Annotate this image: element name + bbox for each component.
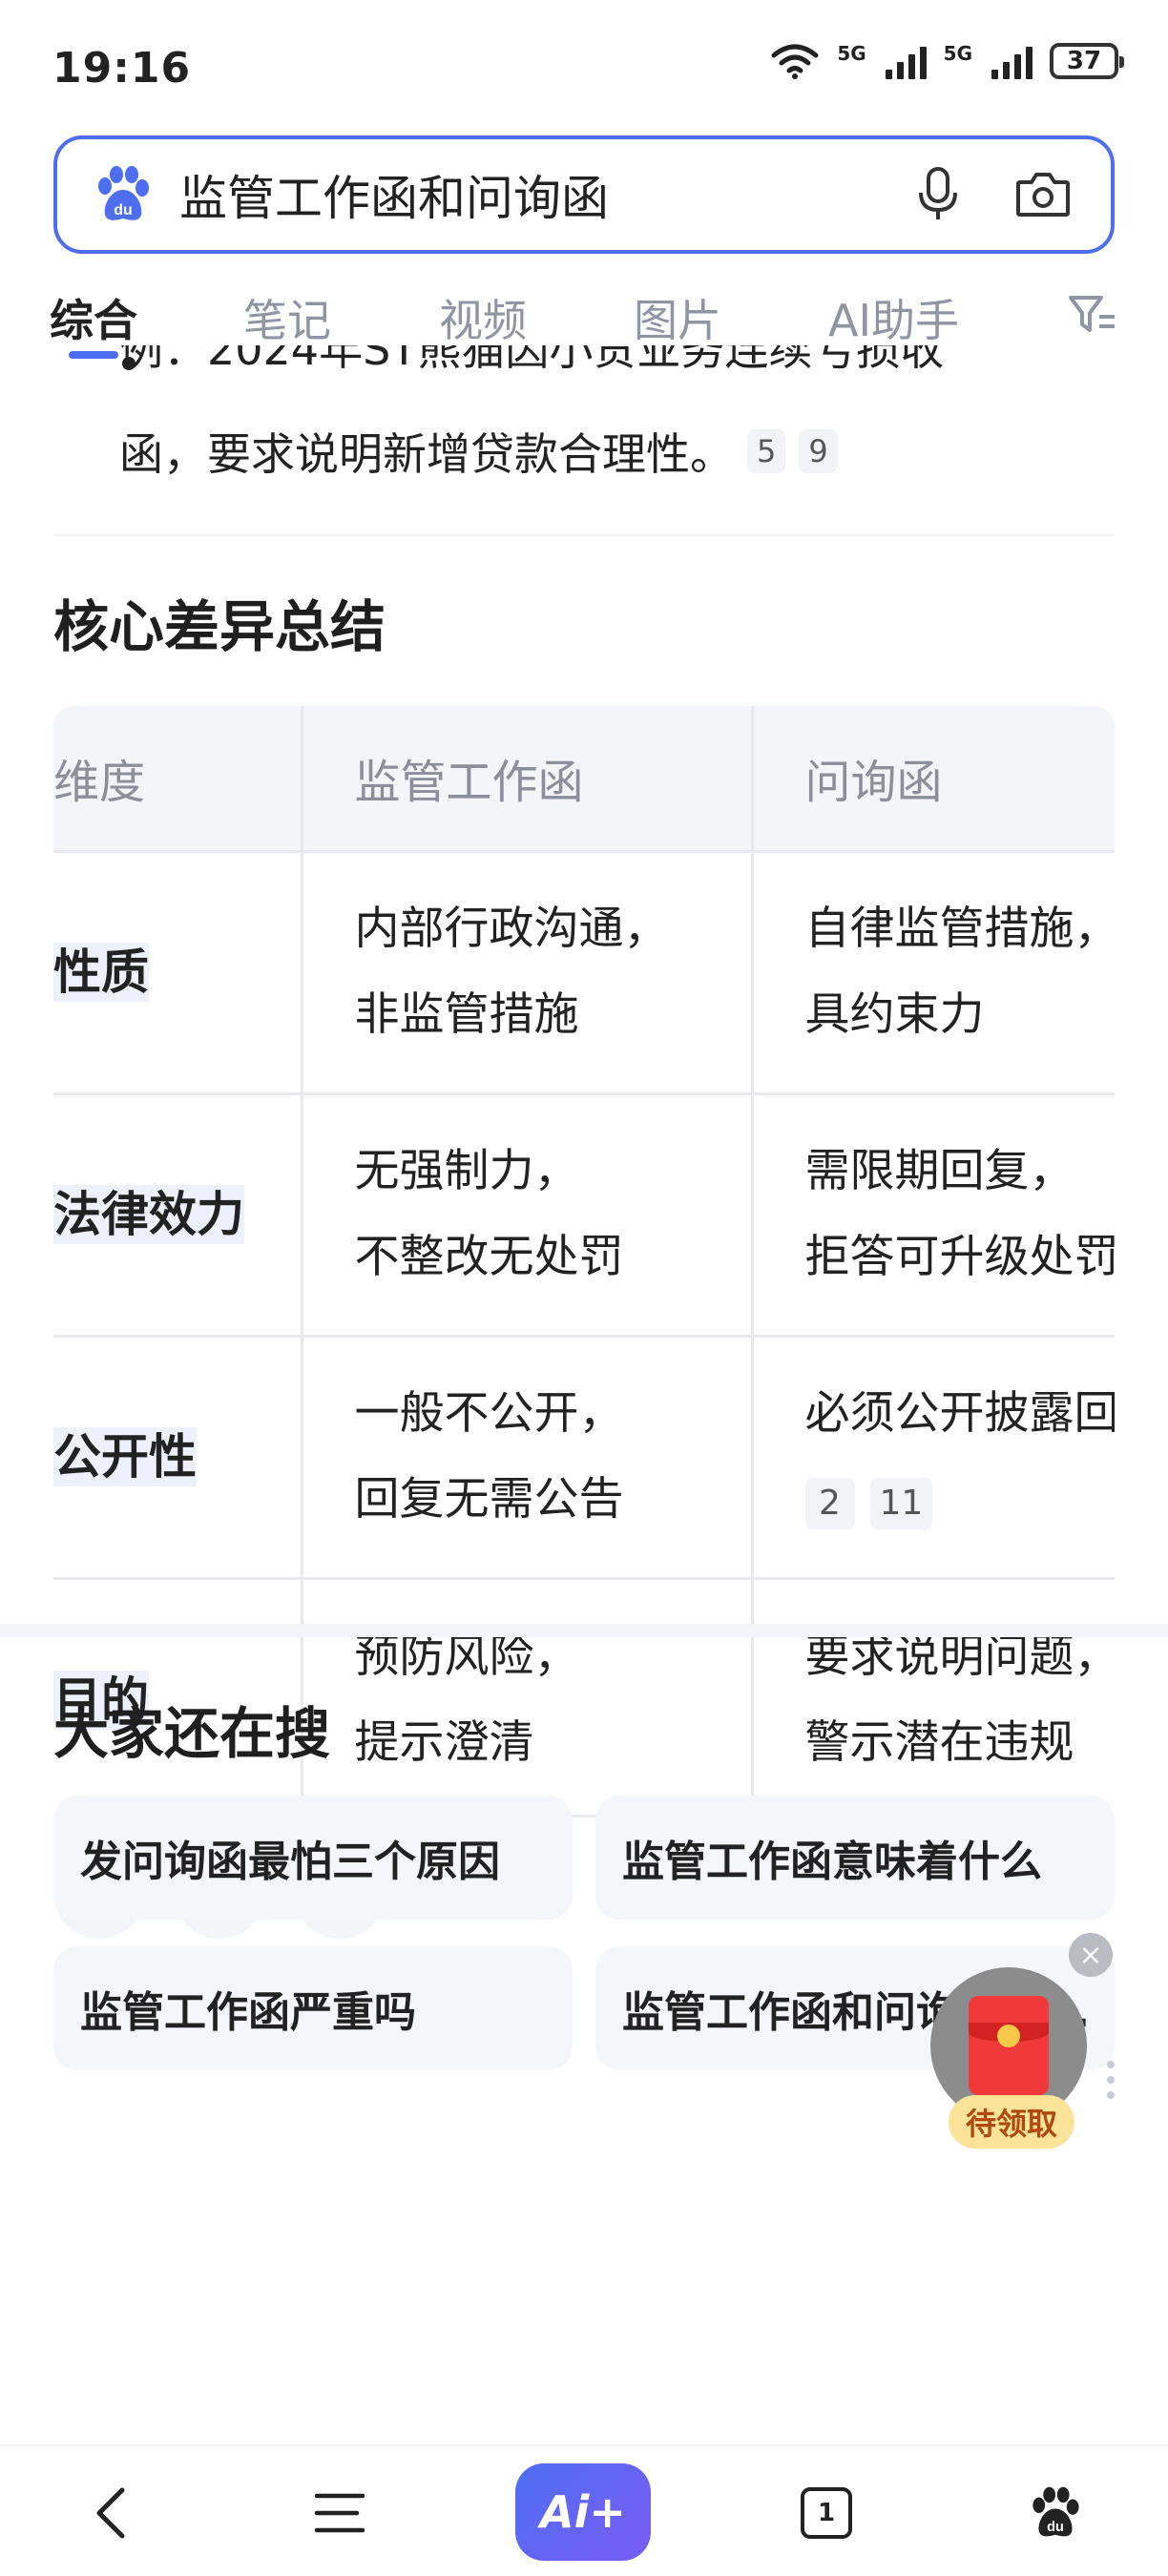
table-cell-dimension: 公开性: [53, 1334, 303, 1578]
wifi-icon: [771, 44, 819, 79]
search-input[interactable]: 监管工作函和问询函: [179, 160, 905, 229]
home-button[interactable]: du: [1008, 2465, 1103, 2561]
signal-icon: [885, 43, 927, 79]
network-label-2: 5G: [943, 42, 972, 65]
citation-ref[interactable]: 5: [747, 429, 786, 473]
table-cell: 一般不公开， 回复无需公告: [302, 1334, 754, 1578]
divider: [53, 534, 1115, 536]
also-search-title: 大家还在搜: [53, 1701, 331, 1766]
status-time: 19:16: [52, 44, 192, 93]
related-search-chip[interactable]: 监管工作函严重吗: [53, 1946, 573, 2070]
microphone-icon[interactable]: [905, 161, 971, 228]
back-button[interactable]: [63, 2465, 158, 2561]
section-separator: [0, 1624, 1168, 1637]
menu-button[interactable]: [292, 2465, 387, 2561]
comparison-table[interactable]: 维度 监管工作函 问询函 性质 内部行政沟通， 非监管措施 自律监管措施， 具约束力…: [53, 706, 1115, 1822]
table-header-inquiry-letter: 问询函: [752, 706, 1115, 851]
cut-off-text-line: 例：2024年ST熊猫因小贷业务连续亏损收: [119, 345, 945, 374]
citation-ref[interactable]: 9: [799, 429, 838, 473]
citation-ref[interactable]: 2: [804, 1478, 855, 1529]
related-search-chip[interactable]: 监管工作函意味着什么: [595, 1796, 1115, 1920]
status-bar: 19:16 5G 5G 37: [0, 0, 1168, 134]
section-title: 核心差异总结: [53, 594, 386, 659]
ai-plus-button[interactable]: Ai+: [515, 2463, 651, 2561]
baidu-paw-icon: du: [1032, 2486, 1079, 2537]
battery-icon: 37: [1050, 43, 1124, 79]
table-row: 公开性 一般不公开，回复无需公告 必须公开披露回复211: [53, 1334, 1115, 1578]
related-search-chip[interactable]: 发问询函最怕三个原因: [53, 1796, 573, 1920]
tab-count-icon: 1: [801, 2487, 852, 2539]
table-cell-dimension: 法律效力: [53, 1091, 303, 1336]
close-float-button[interactable]: ×: [1069, 1933, 1113, 1977]
menu-icon: [314, 2493, 365, 2533]
citation-ref[interactable]: 11: [869, 1478, 933, 1529]
table-row: 性质 内部行政沟通， 非监管措施 自律监管措施， 具约束力: [53, 849, 1115, 1093]
status-icons: 5G 5G 37: [770, 42, 1124, 80]
table-cell: 预防风险， 提示澄清: [302, 1576, 754, 1820]
chevron-left-icon: [96, 2487, 125, 2539]
table-cell-dimension: 性质: [53, 849, 303, 1093]
active-tab-indicator: [69, 351, 118, 359]
tab-notes[interactable]: 笔记: [243, 286, 331, 349]
table-row: 法律效力 无强制力， 不整改无处罚 需限期回复， 拒答可升级处罚: [53, 1091, 1115, 1336]
table-cell: 要求说明问题， 警示潜在违规: [752, 1576, 1115, 1820]
baidu-paw-icon: du: [92, 163, 155, 226]
tab-video[interactable]: 视频: [439, 286, 527, 349]
more-dots-icon[interactable]: [1107, 2061, 1120, 2099]
network-label-1: 5G: [837, 42, 866, 65]
table-cell: 内部行政沟通， 非监管措施: [302, 849, 754, 1093]
table-cell: 必须公开披露回复211: [752, 1334, 1115, 1578]
bullet-text-content: 函，要求说明新增贷款合理性。: [119, 428, 734, 480]
table-cell: 自律监管措施， 具约束力: [752, 849, 1115, 1093]
table-header-dimension: 维度: [53, 706, 303, 851]
tab-all[interactable]: 综合: [50, 286, 137, 349]
filter-icon[interactable]: [1067, 292, 1116, 342]
tab-images[interactable]: 图片: [634, 286, 721, 349]
search-box[interactable]: du 监管工作函和问询函: [53, 135, 1115, 254]
table-cell: 无强制力， 不整改无处罚: [302, 1091, 754, 1336]
bottom-nav: Ai+ 1 du: [0, 2444, 1168, 2576]
signal-icon-2: [991, 43, 1032, 79]
svg-text:du: du: [1047, 2520, 1064, 2535]
table-cell: 需限期回复， 拒答可升级处罚: [752, 1091, 1115, 1336]
red-envelope-icon: [969, 1996, 1049, 2095]
svg-text:du: du: [114, 202, 133, 218]
table-header-row: 维度 监管工作函 问询函: [53, 706, 1115, 851]
bullet-icon: [122, 357, 136, 370]
tab-ai-assistant[interactable]: AI助手: [828, 286, 959, 349]
pending-claim-label[interactable]: 待领取: [949, 2095, 1075, 2149]
camera-icon[interactable]: [1010, 161, 1076, 228]
table-header-work-letter: 监管工作函: [302, 706, 754, 851]
bullet-text: 函，要求说明新增贷款合理性。 5 9: [119, 420, 838, 483]
tabs-button[interactable]: 1: [779, 2465, 874, 2561]
